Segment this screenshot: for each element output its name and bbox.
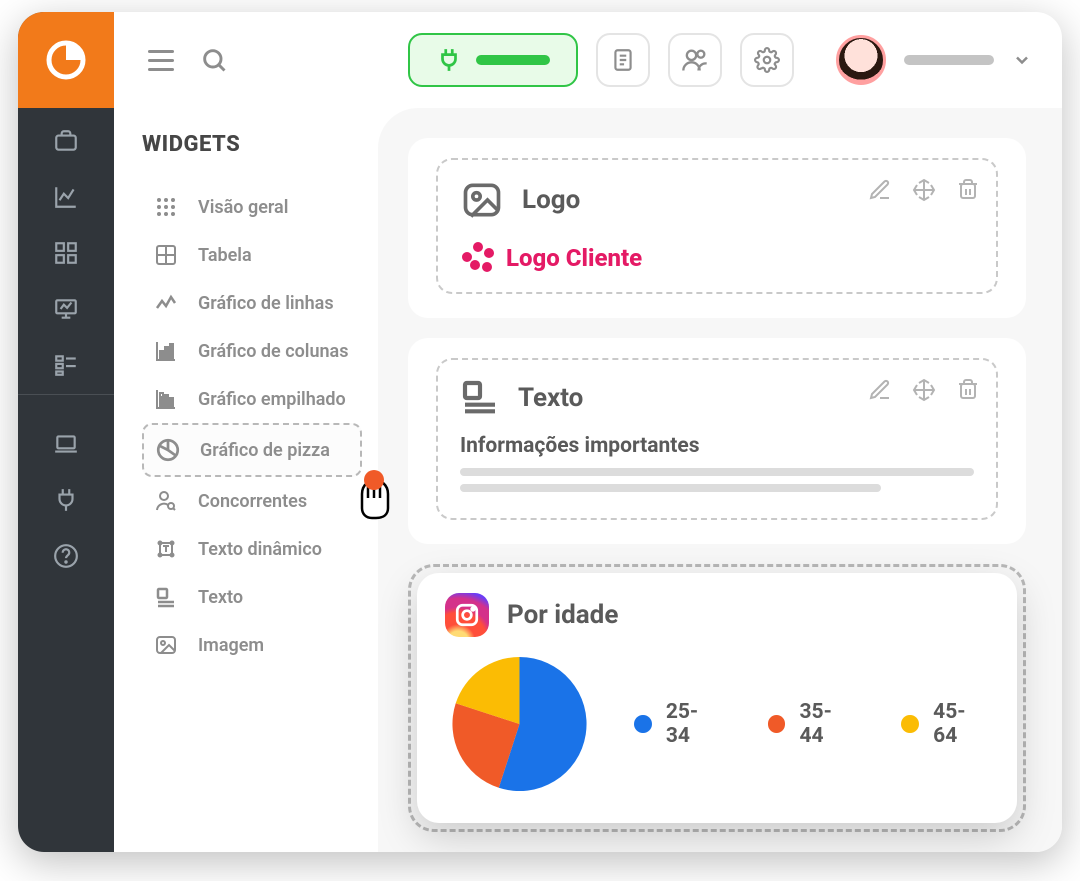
image-icon (460, 178, 504, 222)
laptop-icon[interactable] (53, 431, 79, 457)
client-logo-mark (462, 242, 494, 274)
widget-image[interactable]: Imagem (142, 621, 362, 669)
card-pie[interactable]: Por idade 25-34 35-44 45-64 (417, 573, 1017, 823)
chevron-down-icon[interactable] (1012, 50, 1032, 70)
status-placeholder-bar (476, 55, 550, 65)
widget-pie-chart[interactable]: Gráfico de pizza (142, 423, 362, 477)
widget-overview[interactable]: Visão geral (142, 183, 362, 231)
text-icon (460, 378, 500, 418)
bar-chart-icon (152, 339, 180, 363)
pie-legend: 25-34 35-44 45-64 (634, 700, 989, 748)
username-placeholder (904, 55, 994, 65)
widget-line-chart[interactable]: Gráfico de linhas (142, 279, 362, 327)
search-icon[interactable] (200, 46, 228, 74)
people-search-icon (152, 489, 180, 513)
widget-label: Visão geral (198, 197, 288, 218)
widgets-panel: WIDGETS Visão geral Tabela Gráfico de li… (114, 108, 378, 852)
card-text-subtitle: Informações importantes (460, 434, 974, 458)
dashboard-icon[interactable] (53, 240, 79, 266)
drag-cursor (354, 472, 396, 520)
edit-icon[interactable] (868, 178, 892, 202)
widget-label: Texto dinâmico (198, 539, 322, 560)
widget-label: Texto (198, 587, 243, 608)
card-logo[interactable]: Logo Logo Cliente (408, 138, 1026, 318)
legend-item: 25-34 (634, 700, 722, 748)
trash-icon[interactable] (956, 378, 980, 402)
placeholder-line (460, 468, 974, 476)
briefcase-icon[interactable] (53, 128, 79, 154)
image-icon (152, 633, 180, 657)
gear-icon[interactable] (740, 33, 794, 87)
widget-label: Gráfico empilhado (198, 389, 346, 410)
trash-icon[interactable] (956, 178, 980, 202)
table-icon (152, 243, 180, 267)
text-icon (152, 585, 180, 609)
topbar (18, 12, 1062, 108)
widget-dynamic-text[interactable]: Texto dinâmico (142, 525, 362, 573)
client-logo-label: Logo Cliente (506, 244, 642, 272)
plug-icon[interactable] (53, 487, 79, 513)
connection-status-pill[interactable] (408, 33, 578, 87)
list-icon[interactable] (53, 352, 79, 378)
card-pie-dropzone[interactable]: Por idade 25-34 35-44 45-64 (408, 564, 1026, 832)
plug-icon (436, 47, 462, 73)
people-icon[interactable] (668, 33, 722, 87)
dynamic-text-icon (152, 537, 180, 561)
legend-item: 45-64 (901, 700, 989, 748)
widget-label: Gráfico de colunas (198, 341, 348, 362)
grid-dots-icon (152, 195, 180, 219)
line-chart-icon (152, 291, 180, 315)
pie-chart-icon (154, 437, 182, 463)
widget-label: Imagem (198, 635, 264, 656)
widget-label: Concorrentes (198, 491, 307, 512)
move-icon[interactable] (912, 178, 936, 202)
pie-chart (445, 649, 594, 799)
widget-stacked-chart[interactable]: Gráfico empilhado (142, 375, 362, 423)
move-icon[interactable] (912, 378, 936, 402)
analytics-icon[interactable] (53, 184, 79, 210)
widget-bar-chart[interactable]: Gráfico de colunas (142, 327, 362, 375)
menu-icon[interactable] (148, 50, 174, 71)
help-icon[interactable] (53, 543, 79, 569)
instagram-icon (445, 593, 489, 637)
app-frame: WIDGETS Visão geral Tabela Gráfico de li… (18, 12, 1062, 852)
avatar[interactable] (836, 35, 886, 85)
legend-item: 35-44 (768, 700, 856, 748)
widget-label: Tabela (198, 245, 252, 266)
widget-label: Gráfico de pizza (200, 440, 330, 461)
widget-text[interactable]: Texto (142, 573, 362, 621)
placeholder-line (460, 484, 881, 492)
canvas: Logo Logo Cliente (378, 108, 1062, 852)
document-icon[interactable] (596, 33, 650, 87)
edit-icon[interactable] (868, 378, 892, 402)
card-text-title: Texto (518, 383, 583, 413)
presentation-icon[interactable] (53, 296, 79, 322)
widget-competitors[interactable]: Concorrentes (142, 477, 362, 525)
widgets-title: WIDGETS (142, 132, 362, 157)
card-text[interactable]: Texto Informações importantes (408, 338, 1026, 544)
card-logo-title: Logo (522, 185, 580, 215)
card-pie-title: Por idade (507, 600, 618, 630)
widget-table[interactable]: Tabela (142, 231, 362, 279)
widget-label: Gráfico de linhas (198, 293, 334, 314)
stacked-chart-icon (152, 387, 180, 411)
nav-rail (18, 12, 114, 852)
